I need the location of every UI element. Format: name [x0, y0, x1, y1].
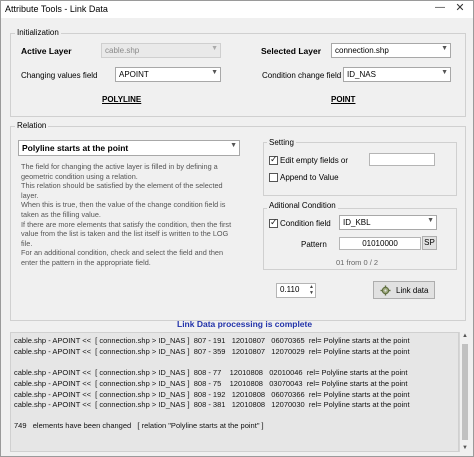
scroll-thumb[interactable]: [462, 344, 468, 440]
active-geometry-label: POLYLINE: [102, 95, 142, 104]
setting-group: [263, 142, 457, 196]
sp-button[interactable]: SP: [422, 236, 437, 250]
counter-label: 01 from 0 / 2: [336, 258, 379, 267]
scroll-down-icon[interactable]: ▼: [462, 445, 468, 451]
active-layer-combo: cable.shp ▼: [101, 43, 221, 58]
relation-group-label: Relation: [15, 121, 49, 130]
link-data-button[interactable]: Link data: [373, 281, 435, 299]
status-message: Link Data processing is complete: [177, 319, 313, 329]
condition-field-label: Condition field: [280, 219, 331, 228]
log-line: cable.shp - APOINT << [ connection.shp >…: [14, 400, 410, 409]
edit-empty-input[interactable]: [369, 153, 435, 166]
window-title: Attribute Tools - Link Data: [5, 4, 108, 14]
selected-layer-combo[interactable]: connection.shp ▼: [331, 43, 451, 58]
initialization-group-label: Initialization: [15, 28, 61, 37]
chevron-down-icon: ▼: [211, 45, 218, 52]
link-data-button-label: Link data: [396, 286, 429, 295]
pattern-input[interactable]: 01010000: [339, 237, 421, 250]
log-scrollbar[interactable]: ▲ ▼: [459, 332, 470, 452]
log-line: cable.shp - APOINT << [ connection.shp >…: [14, 368, 408, 377]
log-line: cable.shp - APOINT << [ connection.shp >…: [14, 336, 410, 345]
condition-field-combo[interactable]: ID_KBL ▼: [339, 215, 437, 230]
append-label: Append to Value: [280, 173, 339, 182]
condition-field-checkbox[interactable]: [269, 217, 278, 228]
relation-combo[interactable]: Polyline starts at the point ▼: [18, 140, 240, 156]
spinner-arrows-icon[interactable]: ▲ ▼: [309, 284, 314, 296]
log-line: cable.shp - APOINT << [ connection.shp >…: [14, 347, 410, 356]
chevron-down-icon: ▼: [441, 45, 448, 52]
active-layer-value: cable.shp: [105, 46, 140, 55]
selected-geometry-label: POINT: [331, 95, 356, 104]
changing-field-combo[interactable]: APOINT ▼: [115, 67, 221, 82]
edit-empty-label: Edit empty fields or: [280, 156, 349, 165]
gear-icon: [380, 285, 391, 296]
log-output[interactable]: cable.shp - APOINT << [ connection.shp >…: [10, 332, 459, 452]
append-checkbox[interactable]: [269, 173, 278, 182]
pattern-label: Pattern: [301, 240, 327, 249]
condition-change-field-combo[interactable]: ID_NAS ▼: [343, 67, 451, 82]
title-bar: Attribute Tools - Link Data — ✕: [1, 1, 473, 18]
changing-field-value: APOINT: [119, 70, 149, 79]
close-button[interactable]: ✕: [453, 2, 467, 16]
relation-description: The field for changing the active layer …: [21, 162, 232, 267]
scroll-up-icon[interactable]: ▲: [462, 333, 468, 339]
condition-field-value: ID_KBL: [343, 218, 371, 227]
chevron-down-icon: ▼: [441, 69, 448, 76]
relation-value: Polyline starts at the point: [22, 143, 129, 153]
selected-layer-value: connection.shp: [335, 46, 389, 55]
chevron-down-icon: ▼: [230, 142, 237, 149]
condition-change-field-value: ID_NAS: [347, 70, 376, 79]
tolerance-value: 0.110: [280, 285, 300, 294]
active-layer-label: Active Layer: [21, 46, 72, 56]
additional-condition-group-label: Aditional Condition: [267, 201, 338, 210]
chevron-down-icon: ▼: [211, 69, 218, 76]
log-line: cable.shp - APOINT << [ connection.shp >…: [14, 390, 410, 399]
log-line: cable.shp - APOINT << [ connection.shp >…: [14, 379, 408, 388]
tolerance-spinner[interactable]: 0.110 ▲ ▼: [276, 283, 316, 298]
edit-empty-checkbox[interactable]: [269, 154, 278, 165]
chevron-down-icon: ▼: [427, 217, 434, 224]
minimize-button[interactable]: —: [433, 2, 447, 16]
condition-change-field-label: Condition change field: [262, 71, 342, 80]
selected-layer-label: Selected Layer: [261, 46, 322, 56]
log-line: 749 elements have been changed [ relatio…: [14, 421, 264, 430]
link-data-window: Attribute Tools - Link Data — ✕ Initiali…: [0, 0, 474, 457]
changing-field-label: Changing values field: [21, 71, 98, 80]
setting-group-label: Setting: [267, 138, 296, 147]
